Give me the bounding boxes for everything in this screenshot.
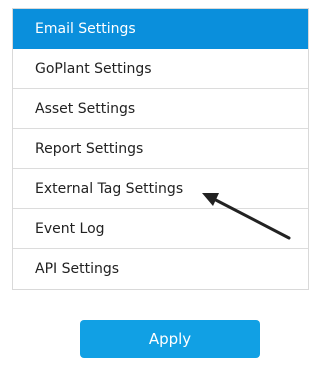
apply-button[interactable]: Apply — [80, 320, 260, 358]
menu-item-external-tag-settings[interactable]: External Tag Settings — [13, 169, 308, 209]
menu-item-goplant-settings[interactable]: GoPlant Settings — [13, 49, 308, 89]
menu-item-email-settings[interactable]: Email Settings — [13, 9, 308, 49]
menu-item-event-log[interactable]: Event Log — [13, 209, 308, 249]
menu-item-report-settings[interactable]: Report Settings — [13, 129, 308, 169]
menu-item-api-settings[interactable]: API Settings — [13, 249, 308, 289]
settings-menu: Email Settings GoPlant Settings Asset Se… — [12, 8, 309, 290]
menu-item-asset-settings[interactable]: Asset Settings — [13, 89, 308, 129]
settings-panel: Email Settings GoPlant Settings Asset Se… — [0, 0, 321, 367]
